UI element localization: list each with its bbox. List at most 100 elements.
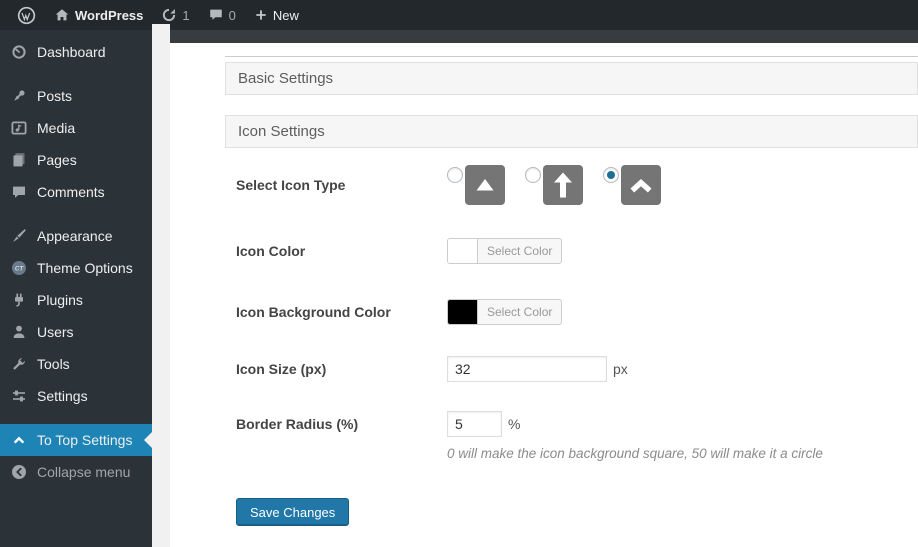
sidebar-item-label: Theme Options	[37, 260, 133, 276]
icon-size-input[interactable]	[447, 356, 607, 382]
icon-color-label: Icon Color	[236, 243, 306, 259]
sidebar-item-label: Comments	[37, 184, 105, 200]
tools-wrench-icon	[10, 356, 28, 373]
admin-bar: WordPress 1 0 New	[0, 0, 918, 30]
icon-type-option-triangle	[447, 165, 505, 205]
chevron-up-icon	[10, 432, 28, 449]
sidebar-item-label: Appearance	[37, 228, 113, 244]
plugins-plug-icon	[10, 292, 28, 309]
icon-settings-form: Select Icon Type Icon Color Select Color…	[236, 165, 918, 526]
sidebar-item-label: Tools	[37, 356, 70, 372]
icon-color-swatch	[448, 239, 478, 263]
arrow-up-icon-preview	[543, 165, 583, 205]
sidebar-item-label: Collapse menu	[37, 464, 131, 480]
sidebar-item-label: Posts	[37, 88, 73, 104]
content-top-strip	[170, 30, 918, 43]
sidebar-item-dashboard[interactable]: Dashboard	[0, 36, 152, 68]
sidebar-item-posts[interactable]: Posts	[0, 80, 152, 112]
border-radius-field-group: % 0 will make the icon background square…	[447, 411, 823, 461]
collapse-arrow-icon	[10, 464, 28, 481]
posts-pin-icon	[10, 88, 28, 105]
triangle-up-icon-preview	[465, 165, 505, 205]
accordion-top-border	[225, 56, 918, 57]
sidebar-item-label: Dashboard	[37, 44, 106, 60]
update-count: 1	[182, 7, 190, 23]
sidebar-item-label: Media	[37, 120, 76, 136]
icon-color-button-label: Select Color	[487, 244, 553, 258]
dashboard-icon	[10, 44, 28, 61]
sidebar-item-theme-options[interactable]: CT Theme Options	[0, 252, 152, 284]
icon-size-row: Icon Size (px) px	[236, 356, 918, 382]
sidebar-item-settings[interactable]: Settings	[0, 380, 152, 412]
new-label: New	[272, 7, 299, 23]
basic-settings-title: Basic Settings	[238, 70, 334, 87]
adminbar-wp-logo[interactable]	[8, 0, 45, 30]
comment-bubble-icon	[208, 7, 224, 23]
icon-background-color-label: Icon Background Color	[236, 304, 391, 320]
sidebar-item-appearance[interactable]: Appearance	[0, 220, 152, 252]
select-icon-type-row: Select Icon Type	[236, 165, 918, 205]
svg-text:CT: CT	[15, 265, 24, 272]
theme-options-ct-icon: CT	[10, 260, 28, 277]
sidebar-item-label: Settings	[37, 388, 88, 404]
basic-settings-header[interactable]: Basic Settings	[225, 62, 918, 95]
border-radius-row: Border Radius (%) % 0 will make the icon…	[236, 411, 918, 461]
icon-type-options	[447, 165, 661, 205]
icon-color-row: Icon Color Select Color	[236, 238, 918, 264]
border-radius-input[interactable]	[447, 411, 502, 437]
sidebar-item-comments[interactable]: Comments	[0, 176, 152, 208]
collapse-menu-button[interactable]: Collapse menu	[0, 456, 152, 488]
border-radius-label: Border Radius (%)	[236, 416, 359, 432]
icon-size-suffix: px	[613, 361, 628, 377]
sidebar-item-media[interactable]: Media	[0, 112, 152, 144]
users-icon	[10, 324, 28, 341]
sidebar-item-plugins[interactable]: Plugins	[0, 284, 152, 316]
pages-icon	[10, 152, 28, 169]
menu-separator	[0, 208, 152, 220]
border-radius-suffix: %	[508, 416, 521, 432]
sidebar-item-tools[interactable]: Tools	[0, 348, 152, 380]
home-icon	[54, 7, 70, 23]
admin-sidebar-menu: Dashboard Posts Media Pages Comments App…	[0, 30, 152, 547]
sidebar-item-label: Plugins	[37, 292, 83, 308]
media-icon	[10, 120, 28, 137]
wordpress-logo	[17, 6, 36, 25]
settings-page: Basic Settings Icon Settings Select Icon…	[170, 30, 918, 547]
icon-type-radio-triangle[interactable]	[447, 167, 463, 183]
sidebar-item-users[interactable]: Users	[0, 316, 152, 348]
icon-settings-header[interactable]: Icon Settings	[225, 115, 918, 148]
icon-background-color-row: Icon Background Color Select Color	[236, 299, 918, 325]
menu-separator	[0, 68, 152, 80]
appearance-brush-icon	[10, 228, 28, 245]
icon-color-picker-button[interactable]: Select Color	[447, 238, 563, 264]
icon-size-label: Icon Size (px)	[236, 361, 327, 377]
sidebar-item-pages[interactable]: Pages	[0, 144, 152, 176]
sidebar-item-label: Users	[37, 324, 74, 340]
adminbar-site-link[interactable]: WordPress	[45, 0, 152, 30]
icon-type-option-arrow	[525, 165, 583, 205]
icon-background-color-picker-button[interactable]: Select Color	[447, 299, 563, 325]
icon-type-radio-arrow[interactable]	[525, 167, 541, 183]
comments-icon	[10, 184, 28, 201]
icon-background-color-swatch	[448, 300, 478, 324]
icon-type-radio-chevron[interactable]	[603, 167, 619, 183]
site-name: WordPress	[75, 7, 144, 23]
select-icon-type-label: Select Icon Type	[236, 177, 346, 193]
sidebar-item-to-top-settings[interactable]: To Top Settings	[0, 424, 152, 456]
save-changes-button[interactable]: Save Changes	[236, 498, 350, 526]
comment-count: 0	[228, 7, 236, 23]
settings-sliders-icon	[10, 388, 28, 405]
sidebar-item-label: Pages	[37, 152, 77, 168]
icon-settings-title: Icon Settings	[238, 123, 325, 140]
menu-separator	[0, 412, 152, 424]
update-icon	[161, 7, 177, 23]
border-radius-hint: 0 will make the icon background square, …	[447, 446, 823, 461]
border-radius-input-line: %	[447, 411, 823, 437]
wordpress-admin-screen: WordPress 1 0 New Dashboard Posts Media …	[0, 0, 918, 547]
adminbar-comments[interactable]: 0	[199, 0, 245, 30]
content-gutter	[152, 24, 170, 547]
icon-background-color-button-label: Select Color	[487, 305, 553, 319]
sidebar-item-label: To Top Settings	[37, 432, 133, 448]
chevron-up-icon-preview	[621, 165, 661, 205]
adminbar-new[interactable]: New	[245, 0, 308, 30]
